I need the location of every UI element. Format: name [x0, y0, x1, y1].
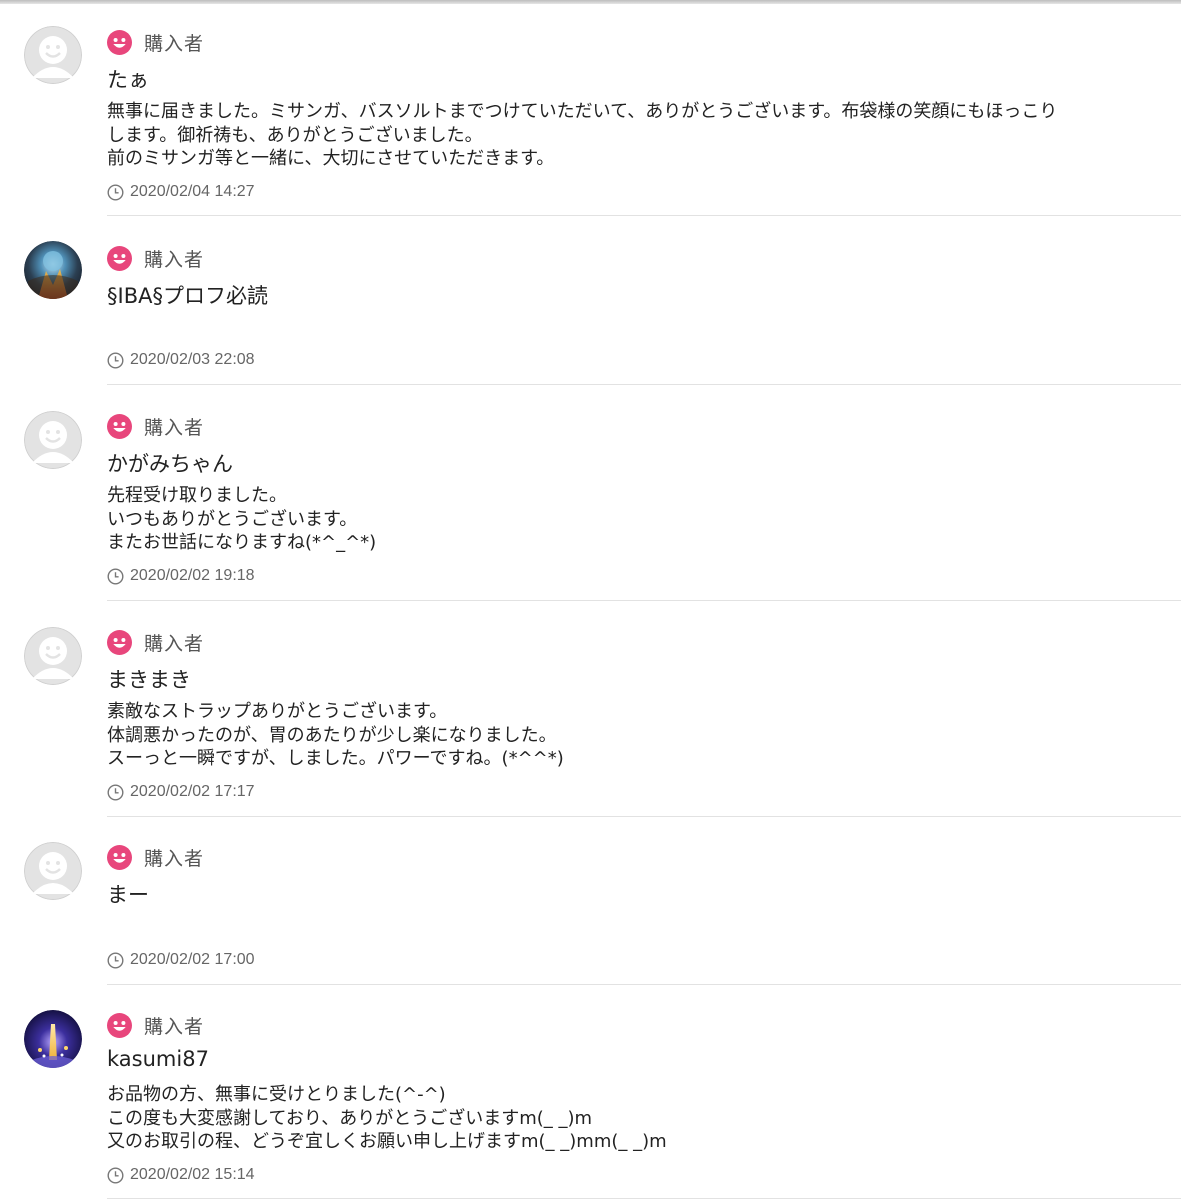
clock-icon — [107, 351, 124, 369]
date-text: 2020/02/04 14:27 — [130, 183, 255, 200]
default-avatar-icon[interactable] — [24, 26, 82, 84]
review-date: 2020/02/02 19:18 — [107, 566, 255, 586]
review-item: 購入者 kasumi87 お品物の方、無事に受けとりました(^-^) この度も大… — [0, 985, 1181, 1200]
comment-line: この度も大変感謝しており、ありがとうございますm(_ _)m — [107, 1107, 593, 1129]
buyer-role: 購入者 — [107, 412, 204, 440]
date-text: 2020/02/02 17:00 — [130, 951, 255, 968]
buyer-role: 購入者 — [107, 843, 204, 871]
date-text: 2020/02/02 17:17 — [130, 783, 255, 800]
role-label: 購入者 — [144, 847, 205, 870]
smile-face-icon — [107, 29, 132, 55]
comment-line: いつもありがとうございます。 — [107, 508, 358, 530]
buyer-role: 購入者 — [107, 28, 204, 56]
date-text: 2020/02/03 22:08 — [130, 351, 255, 368]
role-label: 購入者 — [144, 416, 205, 439]
comment-line: 又のお取引の程、どうぞ宜しくお願い申し上げますm(_ _)mm(_ _)m — [107, 1131, 667, 1152]
comment-line: 前のミサンガ等と一緒に、大切にさせていただきます。 — [107, 148, 555, 169]
reviewer-name[interactable]: たぁ — [107, 64, 149, 94]
smile-face-icon — [107, 844, 132, 870]
buyer-role: 購入者 — [107, 628, 204, 656]
review-comment: 無事に届きました。ミサンガ、バスソルトまでつけていただいて、ありがとうございます… — [107, 100, 1157, 171]
review-comment: 素敵なストラップありがとうございます。 体調悪かったのが、胃のあたりが少し楽にな… — [107, 700, 1157, 771]
review-comment: 先程受け取りました。 いつもありがとうございます。 またお世話になりますね(*^… — [107, 484, 1157, 555]
clock-icon — [107, 783, 124, 801]
date-text: 2020/02/02 15:14 — [130, 1166, 255, 1183]
reviewer-name[interactable]: まー — [107, 879, 149, 909]
review-item: 購入者 まきまき 素敵なストラップありがとうございます。 体調悪かったのが、胃の… — [0, 601, 1181, 817]
reviewer-name[interactable]: まきまき — [107, 664, 191, 694]
review-date: 2020/02/02 17:00 — [107, 950, 255, 970]
review-comment: お品物の方、無事に受けとりました(^-^) この度も大変感謝しており、ありがとう… — [107, 1083, 1157, 1154]
comment-line: 無事に届きました。ミサンガ、バスソルトまでつけていただいて、ありがとうございます… — [107, 101, 1058, 122]
review-date: 2020/02/02 15:14 — [107, 1165, 255, 1185]
comment-line: スーっと一瞬ですが、しました。パワーですね。(*^^*) — [107, 748, 564, 769]
reviewer-name[interactable]: kasumi87 — [107, 1047, 209, 1071]
review-item: 購入者 かがみちゃん 先程受け取りました。 いつもありがとうございます。 またお… — [0, 385, 1181, 601]
role-label: 購入者 — [144, 32, 205, 55]
comment-line: お品物の方、無事に受けとりました(^-^) — [107, 1084, 446, 1105]
smile-face-icon — [107, 413, 132, 439]
clock-icon — [107, 1166, 124, 1184]
review-date: 2020/02/03 22:08 — [107, 350, 255, 370]
role-label: 購入者 — [144, 248, 205, 271]
smile-face-icon — [107, 1012, 132, 1038]
review-item: 購入者 §IBA§プロフ必読 2020/02/03 22:08 — [0, 216, 1181, 385]
clock-icon — [107, 567, 124, 585]
photo-avatar-earth-icon[interactable] — [24, 241, 82, 299]
default-avatar-icon[interactable] — [24, 411, 82, 469]
role-label: 購入者 — [144, 1015, 205, 1038]
default-avatar-icon[interactable] — [24, 842, 82, 900]
photo-avatar-night-icon[interactable] — [24, 1010, 82, 1068]
default-avatar-icon[interactable] — [24, 627, 82, 685]
review-item: 購入者 たぁ 無事に届きました。ミサンガ、バスソルトまでつけていただいて、ありが… — [0, 0, 1181, 216]
smile-face-icon — [107, 629, 132, 655]
review-date: 2020/02/02 17:17 — [107, 782, 255, 802]
comment-line: 素敵なストラップありがとうございます。 — [107, 701, 448, 722]
reviewer-name[interactable]: かがみちゃん — [107, 448, 233, 478]
comment-line: 先程受け取りました。 — [107, 485, 287, 506]
buyer-role: 購入者 — [107, 1011, 204, 1039]
review-item: 購入者 まー 2020/02/02 17:00 — [0, 817, 1181, 985]
date-text: 2020/02/02 19:18 — [130, 567, 255, 584]
comment-line: またお世話になりますね(*^_^*) — [107, 532, 377, 553]
buyer-role: 購入者 — [107, 244, 204, 272]
smile-face-icon — [107, 245, 132, 271]
role-label: 購入者 — [144, 632, 205, 655]
divider — [107, 1198, 1181, 1199]
clock-icon — [107, 183, 124, 201]
comment-line: します。御祈祷も、ありがとうございました。 — [107, 124, 483, 146]
review-date: 2020/02/04 14:27 — [107, 182, 255, 202]
comment-line: 体調悪かったのが、胃のあたりが少し楽になりました。 — [107, 724, 557, 746]
reviewer-name[interactable]: §IBA§プロフ必読 — [107, 280, 268, 310]
clock-icon — [107, 951, 124, 969]
